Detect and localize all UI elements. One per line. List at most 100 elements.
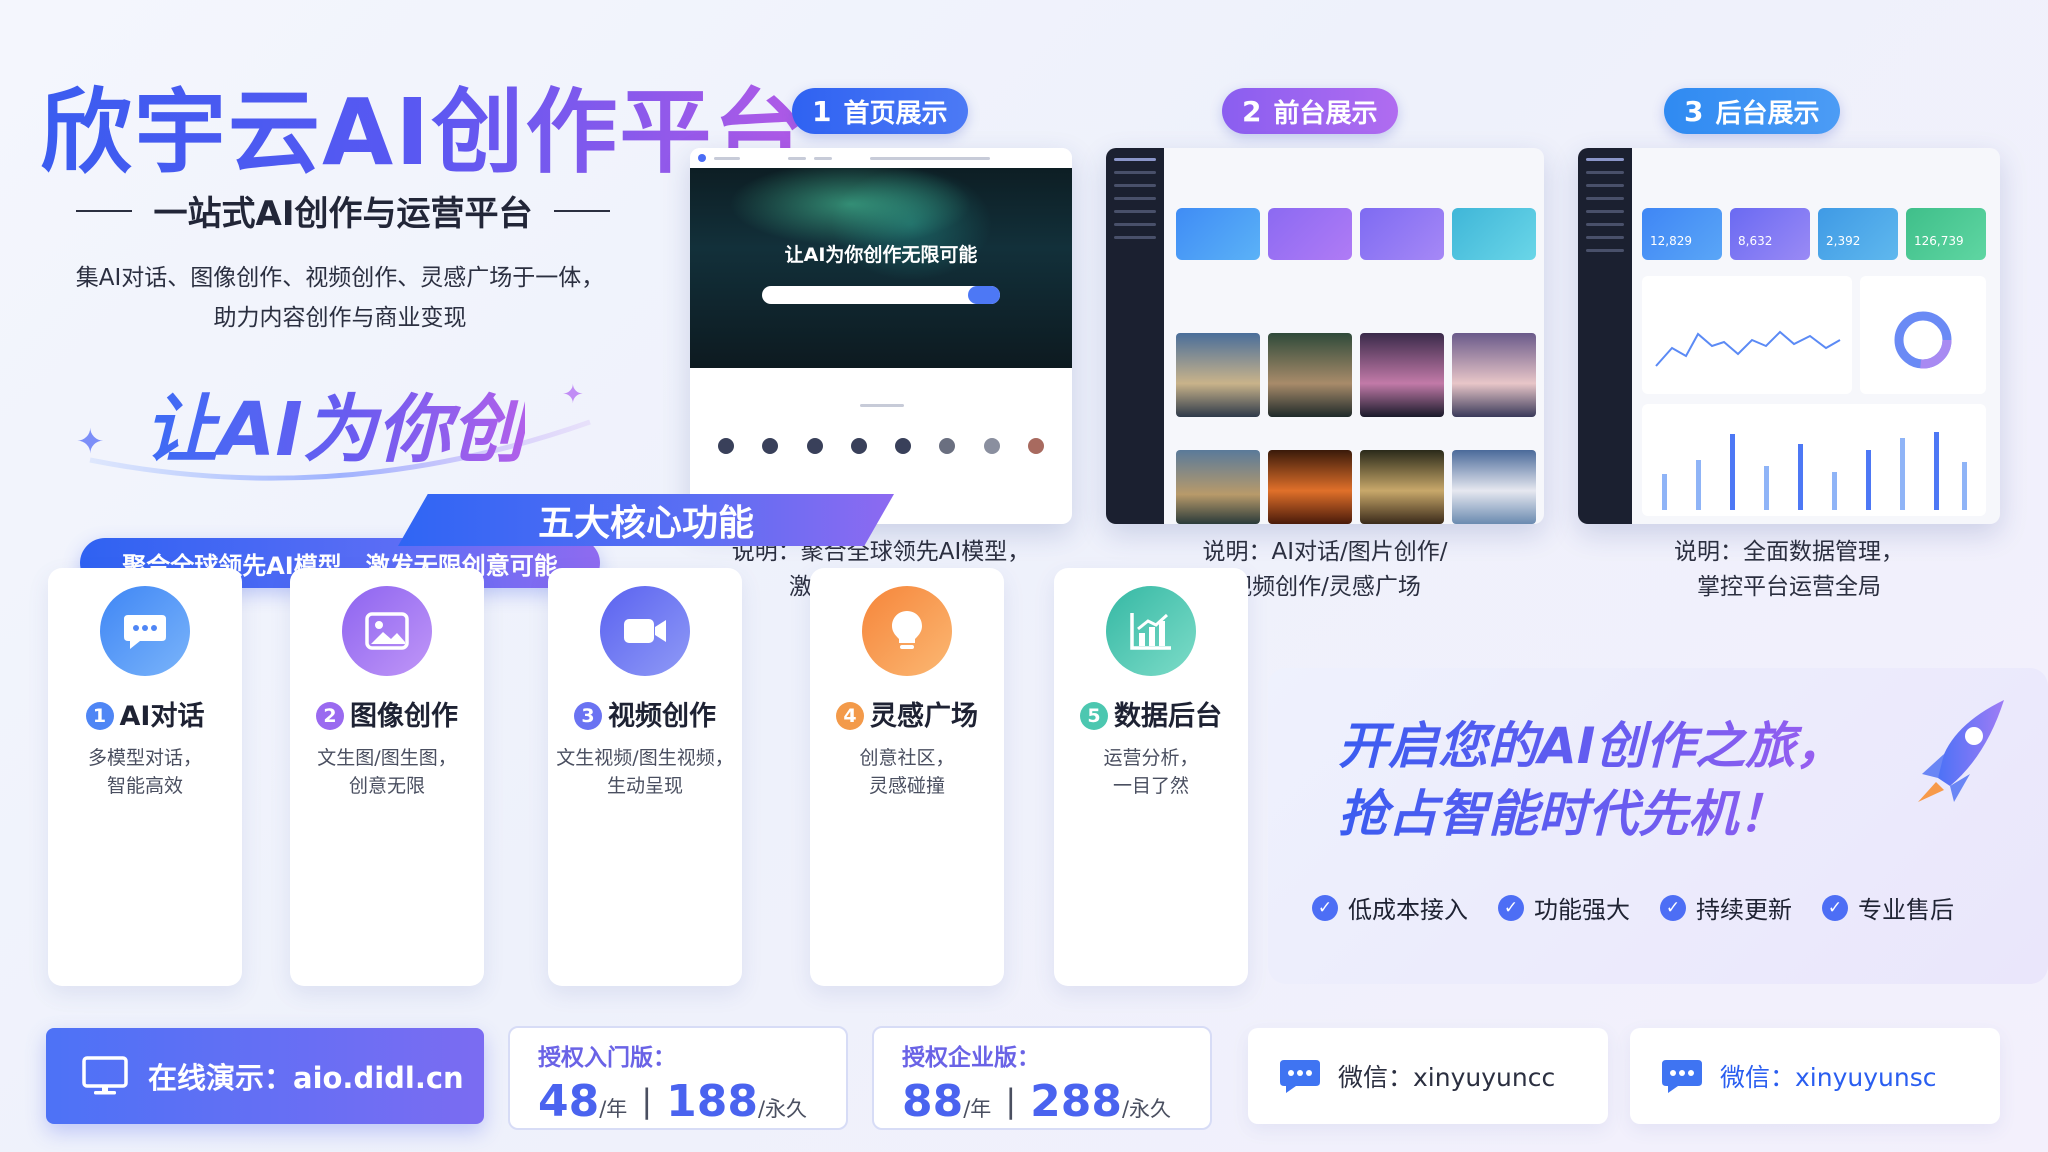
model-icon-row [690, 438, 1072, 454]
model-icon [983, 438, 1000, 454]
bar-chart [1662, 432, 1967, 510]
hero-subtitle-text: 一站式AI创作与运营平台 [153, 194, 533, 234]
nav-placeholder [870, 156, 990, 160]
caption-line: 掌控平台运营全局 [1697, 574, 1881, 600]
caption-line: 说明：AI对话/图片创作/ [1202, 539, 1448, 565]
gallery-image [1176, 333, 1260, 417]
donut-chart-panel [1860, 276, 1986, 394]
price-line: 48/年 | 188/永久 [538, 1076, 818, 1127]
rocket-icon [1918, 700, 2004, 802]
feature-description: 文生视频/图生视频， 生动呈现 [548, 744, 742, 800]
benefits-list: ✓ 低成本接入 ✓ 功能强大 ✓ 持续更新 ✓ 专业售后 [1312, 890, 1954, 925]
stat-value: 8,632 [1738, 234, 1773, 248]
feature-tile [1452, 208, 1536, 260]
gallery-image [1268, 333, 1352, 417]
stat-tile: 2,392 [1818, 208, 1898, 260]
frontend-screenshot [1106, 148, 1544, 524]
feature-name: 3 视频创作 [548, 694, 742, 733]
section-label-placeholder [860, 404, 904, 407]
wechat-contact-2[interactable]: 微信：xinyuyunsc [1630, 1028, 2000, 1124]
admin-screenshot: 12,829 8,632 2,392 126,739 [1578, 148, 2000, 524]
showcase-badge-home: 1 首页展示 [792, 88, 968, 134]
model-icon [718, 438, 735, 454]
badge-number: 3 [1684, 94, 1704, 128]
screenshot-sidebar [1578, 148, 1632, 524]
model-icon [939, 438, 956, 454]
check-icon: ✓ [1660, 894, 1686, 921]
promo-line: 开启您的AI创作之旅， [1338, 717, 1846, 775]
price-separator: | [641, 1082, 653, 1120]
stat-value: 126,739 [1914, 234, 1964, 248]
gallery-image [1268, 450, 1352, 524]
feature-name-text: 视频创作 [608, 701, 716, 732]
sidebar-placeholder [1114, 197, 1156, 200]
feature-description: 创意社区， 灵感碰撞 [810, 744, 1004, 800]
feature-desc-line: 创意无限 [348, 775, 425, 797]
chat-bubble-icon [1662, 1060, 1702, 1093]
feature-card-ai-chat: 1 AI对话 多模型对话， 智能高效 [48, 568, 242, 986]
wechat-contact-1[interactable]: 微信：xinyuyuncc [1248, 1028, 1608, 1124]
stat-tile: 126,739 [1906, 208, 1986, 260]
feature-desc-line: 文生视频/图生视频， [556, 747, 734, 769]
feature-name-text: AI对话 [119, 701, 205, 732]
feature-desc-line: 一目了然 [1112, 775, 1189, 797]
benefit-item: ✓ 功能强大 [1498, 890, 1630, 925]
screenshot-hero: 让AI为你创作无限可能 [690, 168, 1072, 368]
sidebar-placeholder [1586, 158, 1624, 161]
sidebar-placeholder [1114, 236, 1156, 239]
nav-placeholder [714, 156, 740, 160]
sidebar-placeholder [1586, 223, 1624, 226]
sidebar-placeholder [1586, 184, 1624, 187]
benefit-label: 持续更新 [1696, 896, 1792, 924]
feature-card-inspiration: 4 灵感广场 创意社区， 灵感碰撞 [810, 568, 1004, 986]
hero-desc-line: 集AI对话、图像创作、视频创作、灵感广场于一体， [75, 265, 605, 291]
online-demo-label: 在线演示：aio.didl.cn [148, 1061, 464, 1095]
stat-tile: 8,632 [1730, 208, 1810, 260]
screenshot-hero-title: 让AI为你创作无限可能 [784, 244, 978, 266]
model-icon [850, 438, 867, 454]
benefit-item: ✓ 持续更新 [1660, 890, 1792, 925]
price-annual: 48 [538, 1076, 600, 1127]
sidebar-placeholder [1114, 184, 1156, 187]
divider [554, 209, 611, 212]
badge-label: 首页展示 [843, 98, 948, 129]
sidebar-placeholder [1114, 223, 1156, 226]
sidebar-placeholder [1586, 171, 1624, 174]
feature-name: 4 灵感广场 [810, 694, 1004, 733]
feature-card-data: 5 数据后台 运营分析， 一目了然 [1054, 568, 1248, 986]
feature-description: 文生图/图生图， 创意无限 [290, 744, 484, 800]
price-unit: /永久 [757, 1097, 808, 1121]
feature-name: 5 数据后台 [1054, 694, 1248, 733]
price-lifetime: 288 [1030, 1076, 1122, 1127]
bar-chart-panel [1642, 404, 1986, 516]
video-camera-icon [600, 586, 690, 676]
promo-headline: 开启您的AI创作之旅， 抢占智能时代先机！ [1338, 712, 1845, 848]
feature-name-text: 图像创作 [350, 701, 458, 732]
feature-desc-line: 灵感碰撞 [868, 775, 945, 797]
lightbulb-icon [862, 586, 952, 676]
features-title: 五大核心功能 [537, 503, 754, 544]
online-demo-button[interactable]: 在线演示：aio.didl.cn [46, 1028, 484, 1124]
line-chart [1655, 330, 1841, 367]
nav-placeholder [788, 156, 806, 160]
feature-number: 1 [85, 702, 114, 730]
price-line: 88/年 | 288/永久 [902, 1076, 1182, 1127]
feature-number: 4 [836, 702, 864, 730]
badge-label: 前台展示 [1273, 98, 1378, 129]
chat-bubble-icon [1280, 1060, 1320, 1093]
feature-desc-line: 生动呈现 [606, 775, 683, 797]
price-label: 授权入门版： [538, 1045, 676, 1071]
homepage-screenshot: 让AI为你创作无限可能 [690, 148, 1072, 524]
feature-desc-line: 文生图/图生图， [317, 747, 457, 769]
sidebar-placeholder [1114, 210, 1156, 213]
hero-subtitle: 一站式AI创作与运营平台 [66, 186, 620, 235]
price-label: 授权企业版： [902, 1045, 1040, 1071]
feature-number: 2 [316, 702, 344, 730]
feature-description: 多模型对话， 智能高效 [48, 744, 242, 800]
feature-tile [1268, 208, 1352, 260]
feature-tile [1360, 208, 1444, 260]
gallery-image [1176, 450, 1260, 524]
feature-card-video: 3 视频创作 文生视频/图生视频， 生动呈现 [548, 568, 742, 986]
screenshot-search-button [968, 286, 1000, 304]
benefit-item: ✓ 专业售后 [1822, 890, 1954, 925]
